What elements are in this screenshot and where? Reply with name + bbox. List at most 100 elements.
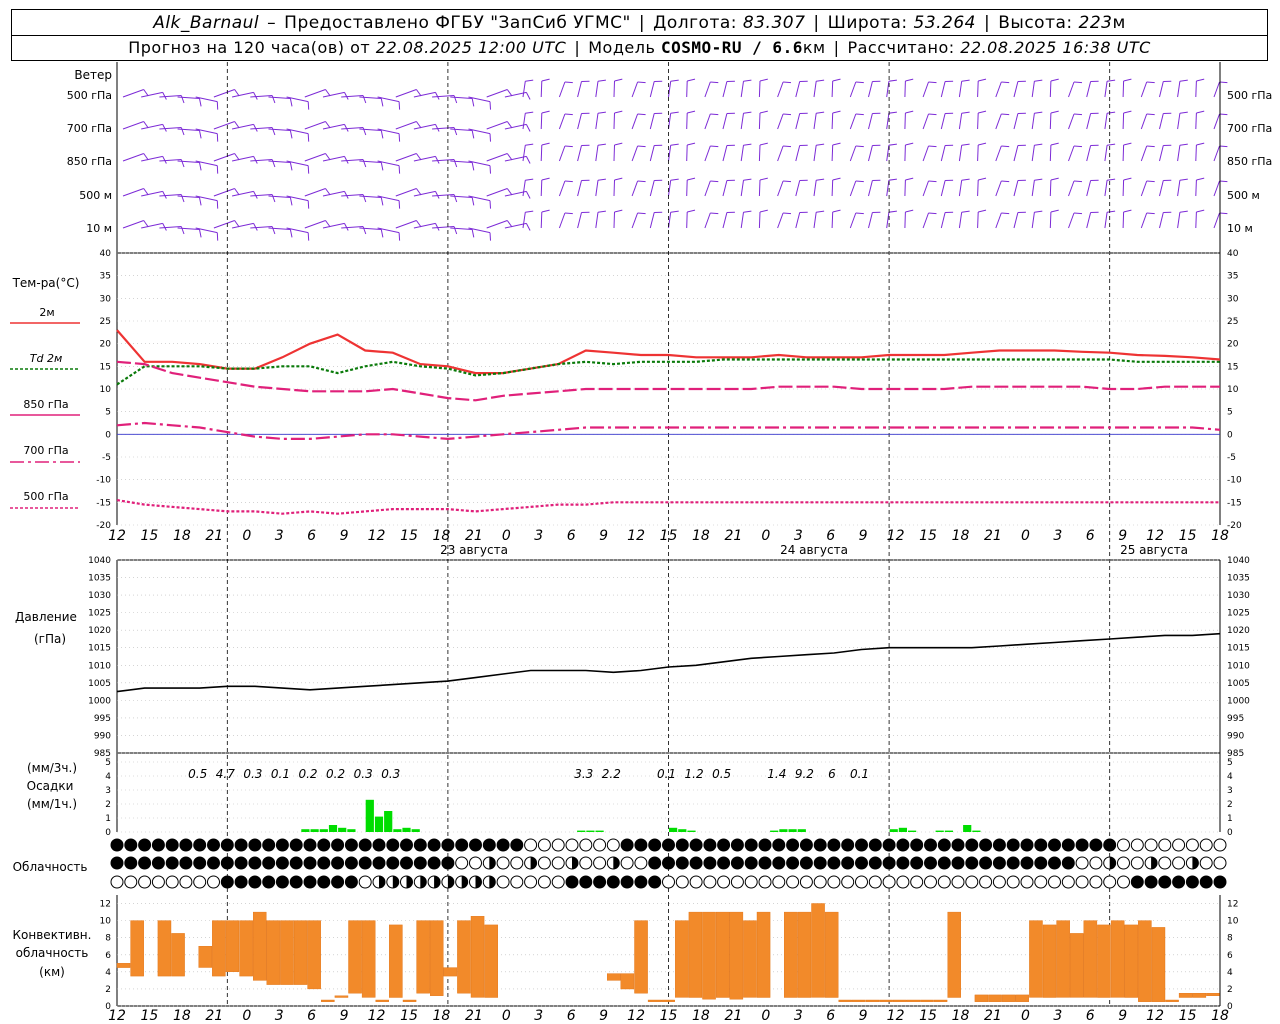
cloud-icon-0-77 [1172,838,1186,852]
wind-barb-4-53 [1086,212,1092,229]
conv-bar-55 [1029,920,1043,998]
wind-barb-3-0 [122,188,144,197]
cloud-icon-2-14 [303,875,317,889]
conv-bar-48 [920,999,934,1002]
conv-xtick-33: 15 [1179,1008,1197,1024]
wind-barb-2-41 [868,145,873,162]
cloud-icon-0-71 [1089,838,1103,852]
cloud-label: Облачность [13,860,88,874]
wind-barb-0-16 [413,91,436,98]
wind-flag-3-0 [143,188,149,196]
temp-ytick-right-6: 10 [1227,385,1239,395]
wind-flag-3-32 [710,180,719,183]
legend-td-label: Td 2м [30,352,63,365]
press-ytick-right-4: 1005 [1227,679,1250,689]
cloud-icon-0-14 [303,838,317,852]
cloud-icon-0-56 [882,838,896,852]
conv-xtick-5: 3 [275,1008,284,1024]
cloud-icon-0-69 [1061,838,1075,852]
temp-xtick-33: 15 [1179,528,1197,544]
cloud-icon-2-54 [855,875,868,889]
wind-flag-2-19 [489,165,491,174]
precip-ytick-right-1: 1 [1227,814,1233,824]
wind-flag-3-6 [253,191,258,199]
wind-flag-2-58 [1179,143,1188,146]
wind-barb-0-14 [377,96,400,103]
temp-ytick-right-8: 20 [1227,340,1239,350]
wind-barb-1-0 [122,121,144,130]
wind-flag-1-12 [362,127,367,136]
cloud-icon-1-56 [882,856,896,870]
wind-flag-2-26 [597,143,606,146]
wind-flag-1-56 [1146,113,1155,116]
conv-xtick-30: 6 [1086,1008,1095,1024]
precip-ytick-left-0: 0 [105,828,111,838]
wind-flag-4-42 [888,210,897,213]
cloud-icon-2-11 [262,875,276,889]
temp-xtick-26: 18 [952,528,970,544]
conv-bar-17 [375,999,390,1002]
precip-3h-label-3: 0.1 [271,767,290,781]
cloud-icon-2-6 [193,875,207,889]
wind-flag-2-13 [380,162,384,171]
wind-flag-0-27 [614,78,623,82]
press-ytick-left-5: 1010 [88,661,111,671]
wind-flag-1-3 [199,130,202,139]
cloud-icon-2-30 [524,875,538,889]
wind-barb-4-54 [1104,212,1108,229]
wind-barb-2-29 [649,145,655,162]
precip-bar-24 [338,827,347,832]
wind-barb-2-28 [631,145,639,162]
temp-xtick-29: 3 [1053,528,1062,544]
cloud-icon-2-67 [1034,875,1048,889]
cloud-icon-2-28 [496,875,510,889]
cloud-icon-0-18 [358,838,372,852]
precip-3h-label-8: 3.3 [574,767,593,781]
conv-bar-65 [1165,999,1179,1002]
wind-barb-1-38 [813,113,817,130]
wind-barb-2-32 [704,145,711,162]
conv-bar-60 [1097,924,1111,998]
temp-ytick-left-1: -15 [96,498,111,508]
temp-xtick-31: 9 [1118,528,1127,544]
cloud-icon-0-1 [124,838,138,852]
wind-flag-2-32 [710,145,719,148]
temp-ytick-right-2: -10 [1227,476,1242,486]
conv-bar-30 [661,999,676,1002]
cloud-icon-0-3 [151,838,165,852]
precip-3h-label-2: 0.3 [243,767,262,781]
wind-flag-0-8 [289,98,293,107]
wind-barb-1-5 [213,121,235,130]
conv-bar-32 [688,911,703,998]
cloud-icon-0-41 [675,838,689,852]
wind-barb-1-46 [958,113,963,130]
wind-flag-4-7 [271,226,276,235]
wind-flag-4-0 [143,220,149,228]
wind-barb-4-57 [1159,212,1164,229]
wind-flag-1-31 [687,110,696,114]
temp-xtick-22: 6 [826,528,835,544]
wind-barb-1-44 [922,113,929,130]
cloud-icon-2-71 [1089,875,1103,889]
conv-bar-49 [933,999,948,1002]
cloud-icon-1-8 [220,856,234,870]
wind-barb-0-56 [1140,81,1148,98]
wind-flag-3-55 [1123,177,1132,181]
cloud-icon-1-28 [496,856,510,870]
wind-flag-2-11 [344,156,349,164]
precip-bar-74 [797,829,806,832]
wind-flag-3-54 [1107,178,1116,181]
wind-flag-2-31 [687,142,696,146]
wind-barb-3-14 [377,195,400,202]
cloud-icon-0-67 [1034,838,1048,852]
wind-flag-4-46 [961,210,970,213]
wind-barb-2-6 [231,155,254,162]
wind-barb-2-19 [468,160,491,167]
precip-3h-label-6: 0.3 [354,767,373,781]
wind-flag-3-22 [525,178,534,181]
cloud-icon-2-12 [275,875,289,889]
wind-barb-2-39 [831,144,834,162]
wind-flag-2-52 [1073,145,1083,148]
cloud-icon-2-31 [537,875,551,889]
wind-barb-1-40 [849,113,857,130]
